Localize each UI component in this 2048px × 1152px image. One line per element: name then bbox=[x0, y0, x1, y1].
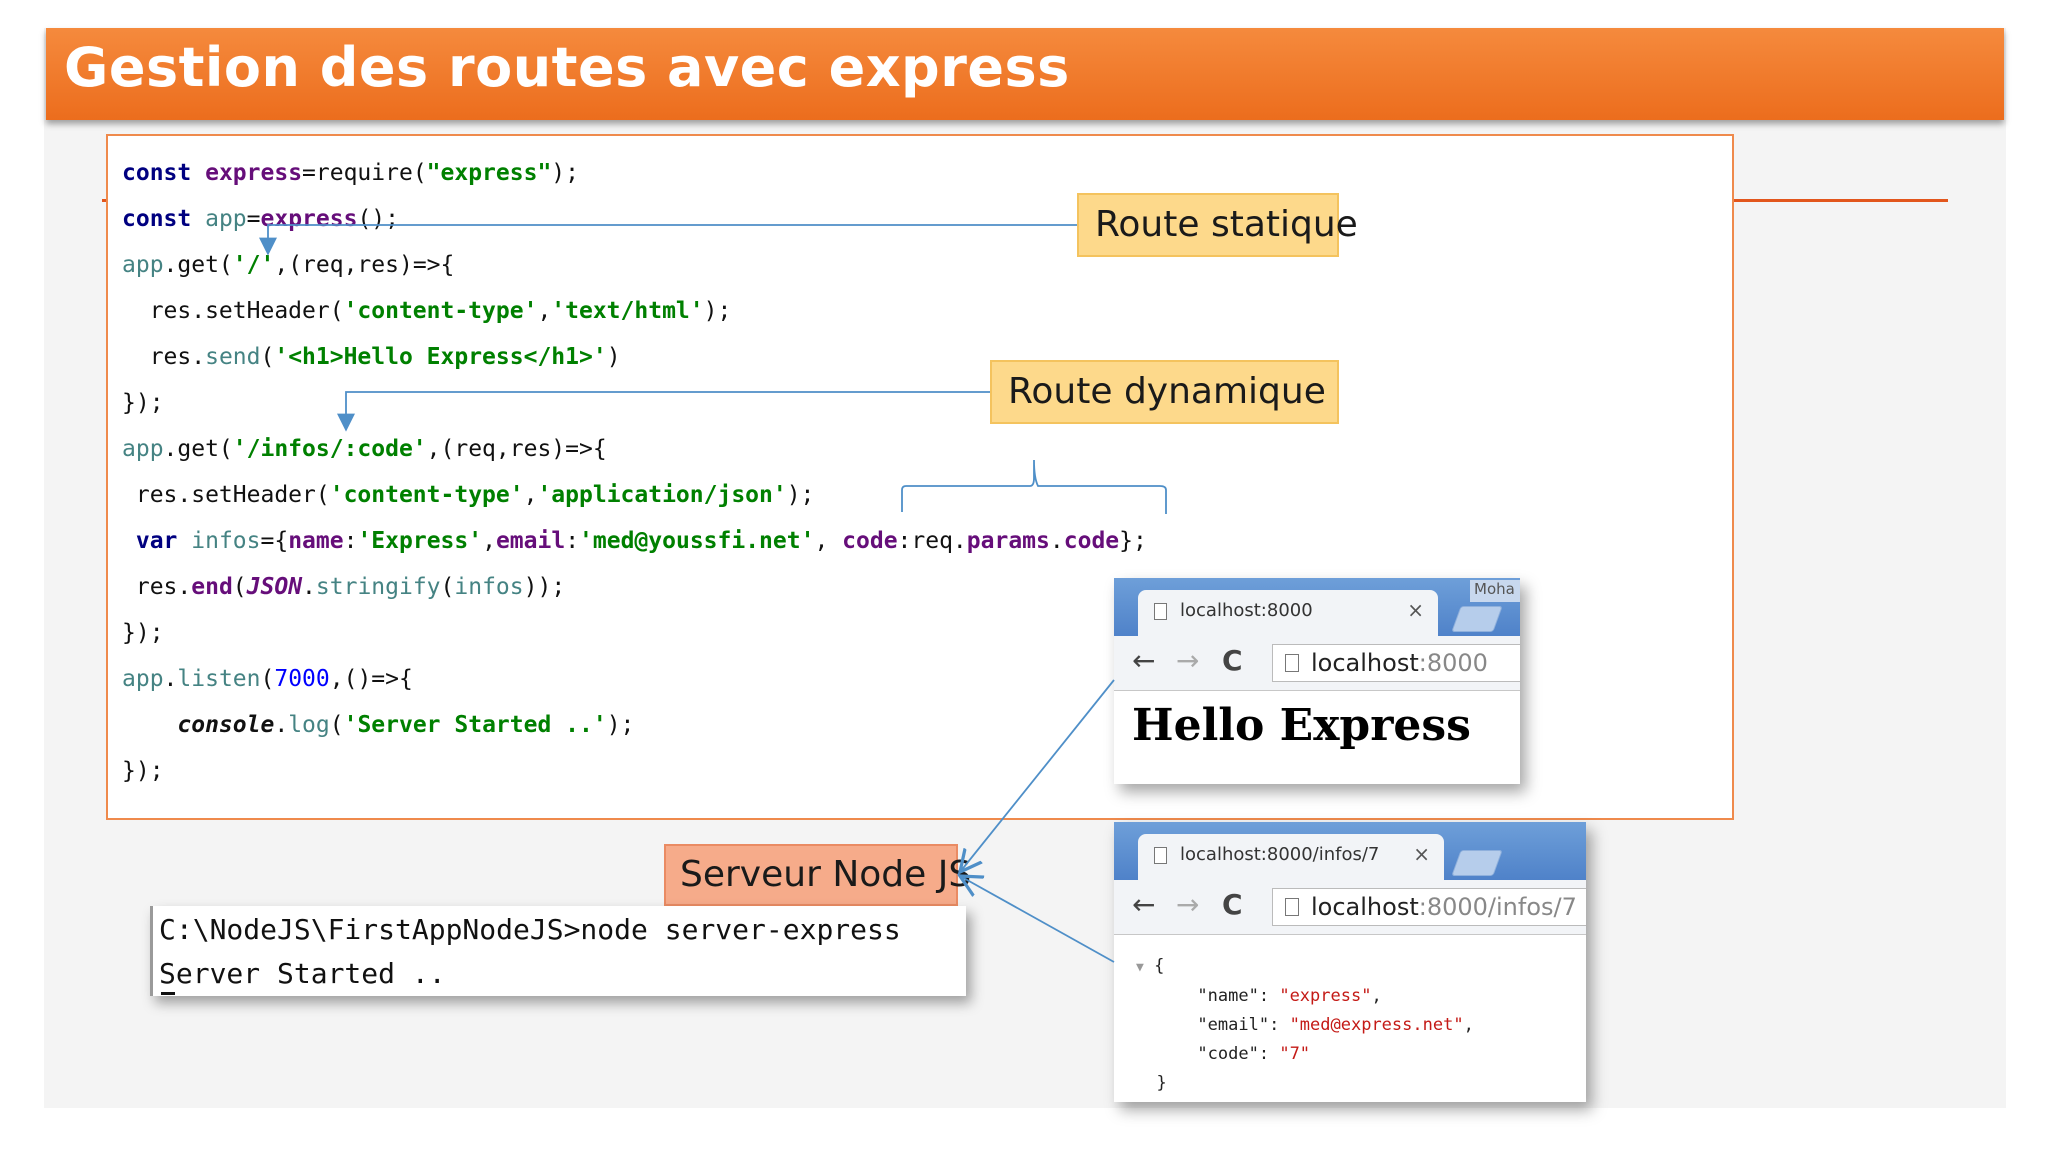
code-line: app.get('/infos/:code',(req,res)=>{ bbox=[122, 436, 607, 462]
close-icon[interactable]: × bbox=[1407, 598, 1424, 622]
new-tab-button[interactable] bbox=[1451, 850, 1503, 876]
json-viewer: ▼ { "name": "express", "email": "med@exp… bbox=[1136, 956, 1474, 1093]
tab-title: localhost:8000/infos/7 bbox=[1180, 844, 1380, 865]
browser-window-dynamic: localhost:8000/infos/7 × ← → C localhost… bbox=[1114, 822, 1586, 1102]
page-icon bbox=[1154, 603, 1167, 620]
tab-strip: localhost:8000/infos/7 × bbox=[1114, 822, 1586, 880]
code-line: res.end(JSON.stringify(infos)); bbox=[122, 574, 566, 600]
code-line: const express=require("express"); bbox=[122, 160, 579, 186]
callout-static-route: Route statique bbox=[1077, 193, 1358, 257]
forward-icon[interactable]: → bbox=[1176, 644, 1199, 677]
tab-title: localhost:8000 bbox=[1180, 600, 1313, 621]
page-heading: Hello Express bbox=[1132, 700, 1471, 751]
code-line: app.listen(7000,()=>{ bbox=[122, 666, 413, 692]
browser-toolbar: ← → C localhost:8000/infos/7 bbox=[1114, 880, 1586, 935]
back-icon[interactable]: ← bbox=[1132, 644, 1155, 677]
code-line: }); bbox=[122, 758, 164, 784]
back-icon[interactable]: ← bbox=[1132, 888, 1155, 921]
code-line: const app=express(); bbox=[122, 206, 399, 232]
browser-window-static: Moha localhost:8000 × ← → C localhost:80… bbox=[1114, 578, 1520, 784]
tab-strip: Moha localhost:8000 × bbox=[1114, 578, 1520, 636]
page-icon bbox=[1154, 847, 1167, 864]
new-tab-button[interactable] bbox=[1451, 606, 1503, 632]
address-text: localhost:8000/infos/7 bbox=[1311, 893, 1577, 921]
browser-tab[interactable]: localhost:8000/infos/7 × bbox=[1138, 834, 1444, 880]
callout-node-server: Serveur Node JS bbox=[664, 844, 971, 906]
page-icon bbox=[1285, 898, 1299, 916]
terminal-cursor bbox=[161, 992, 175, 995]
code-line: console.log('Server Started ..'); bbox=[177, 712, 635, 738]
collapse-icon[interactable]: ▼ bbox=[1136, 960, 1144, 975]
user-profile-tag[interactable]: Moha bbox=[1470, 580, 1520, 602]
terminal-output: C:\NodeJS\FirstAppNodeJS>node server-exp… bbox=[150, 906, 966, 996]
address-bar[interactable]: localhost:8000 bbox=[1272, 644, 1520, 682]
code-line: res.setHeader('content-type','applicatio… bbox=[122, 482, 815, 508]
close-icon[interactable]: × bbox=[1413, 842, 1430, 866]
address-text: localhost:8000 bbox=[1311, 649, 1488, 677]
slide-title: Gestion des routes avec express bbox=[64, 36, 1070, 99]
terminal-line: Server Started .. bbox=[159, 957, 446, 990]
callout-dynamic-route: Route dynamique bbox=[990, 360, 1339, 424]
browser-toolbar: ← → C localhost:8000 bbox=[1114, 636, 1520, 691]
code-line: var infos={name:'Express',email:'med@you… bbox=[122, 528, 1147, 554]
forward-icon[interactable]: → bbox=[1176, 888, 1199, 921]
browser-tab[interactable]: localhost:8000 × bbox=[1138, 590, 1438, 636]
address-bar[interactable]: localhost:8000/infos/7 bbox=[1272, 888, 1586, 926]
code-line: }); bbox=[122, 620, 164, 646]
title-underline-right bbox=[1734, 199, 1948, 202]
reload-icon[interactable]: C bbox=[1222, 888, 1243, 921]
code-line: app.get('/',(req,res)=>{ bbox=[122, 252, 455, 278]
title-bar: Gestion des routes avec express bbox=[46, 28, 2004, 120]
reload-icon[interactable]: C bbox=[1222, 644, 1243, 677]
terminal-line: C:\NodeJS\FirstAppNodeJS>node server-exp… bbox=[159, 913, 901, 946]
code-listing: const express=require("express"); const … bbox=[122, 150, 1147, 794]
code-line: res.setHeader('content-type','text/html'… bbox=[122, 298, 732, 324]
page-icon bbox=[1285, 654, 1299, 672]
